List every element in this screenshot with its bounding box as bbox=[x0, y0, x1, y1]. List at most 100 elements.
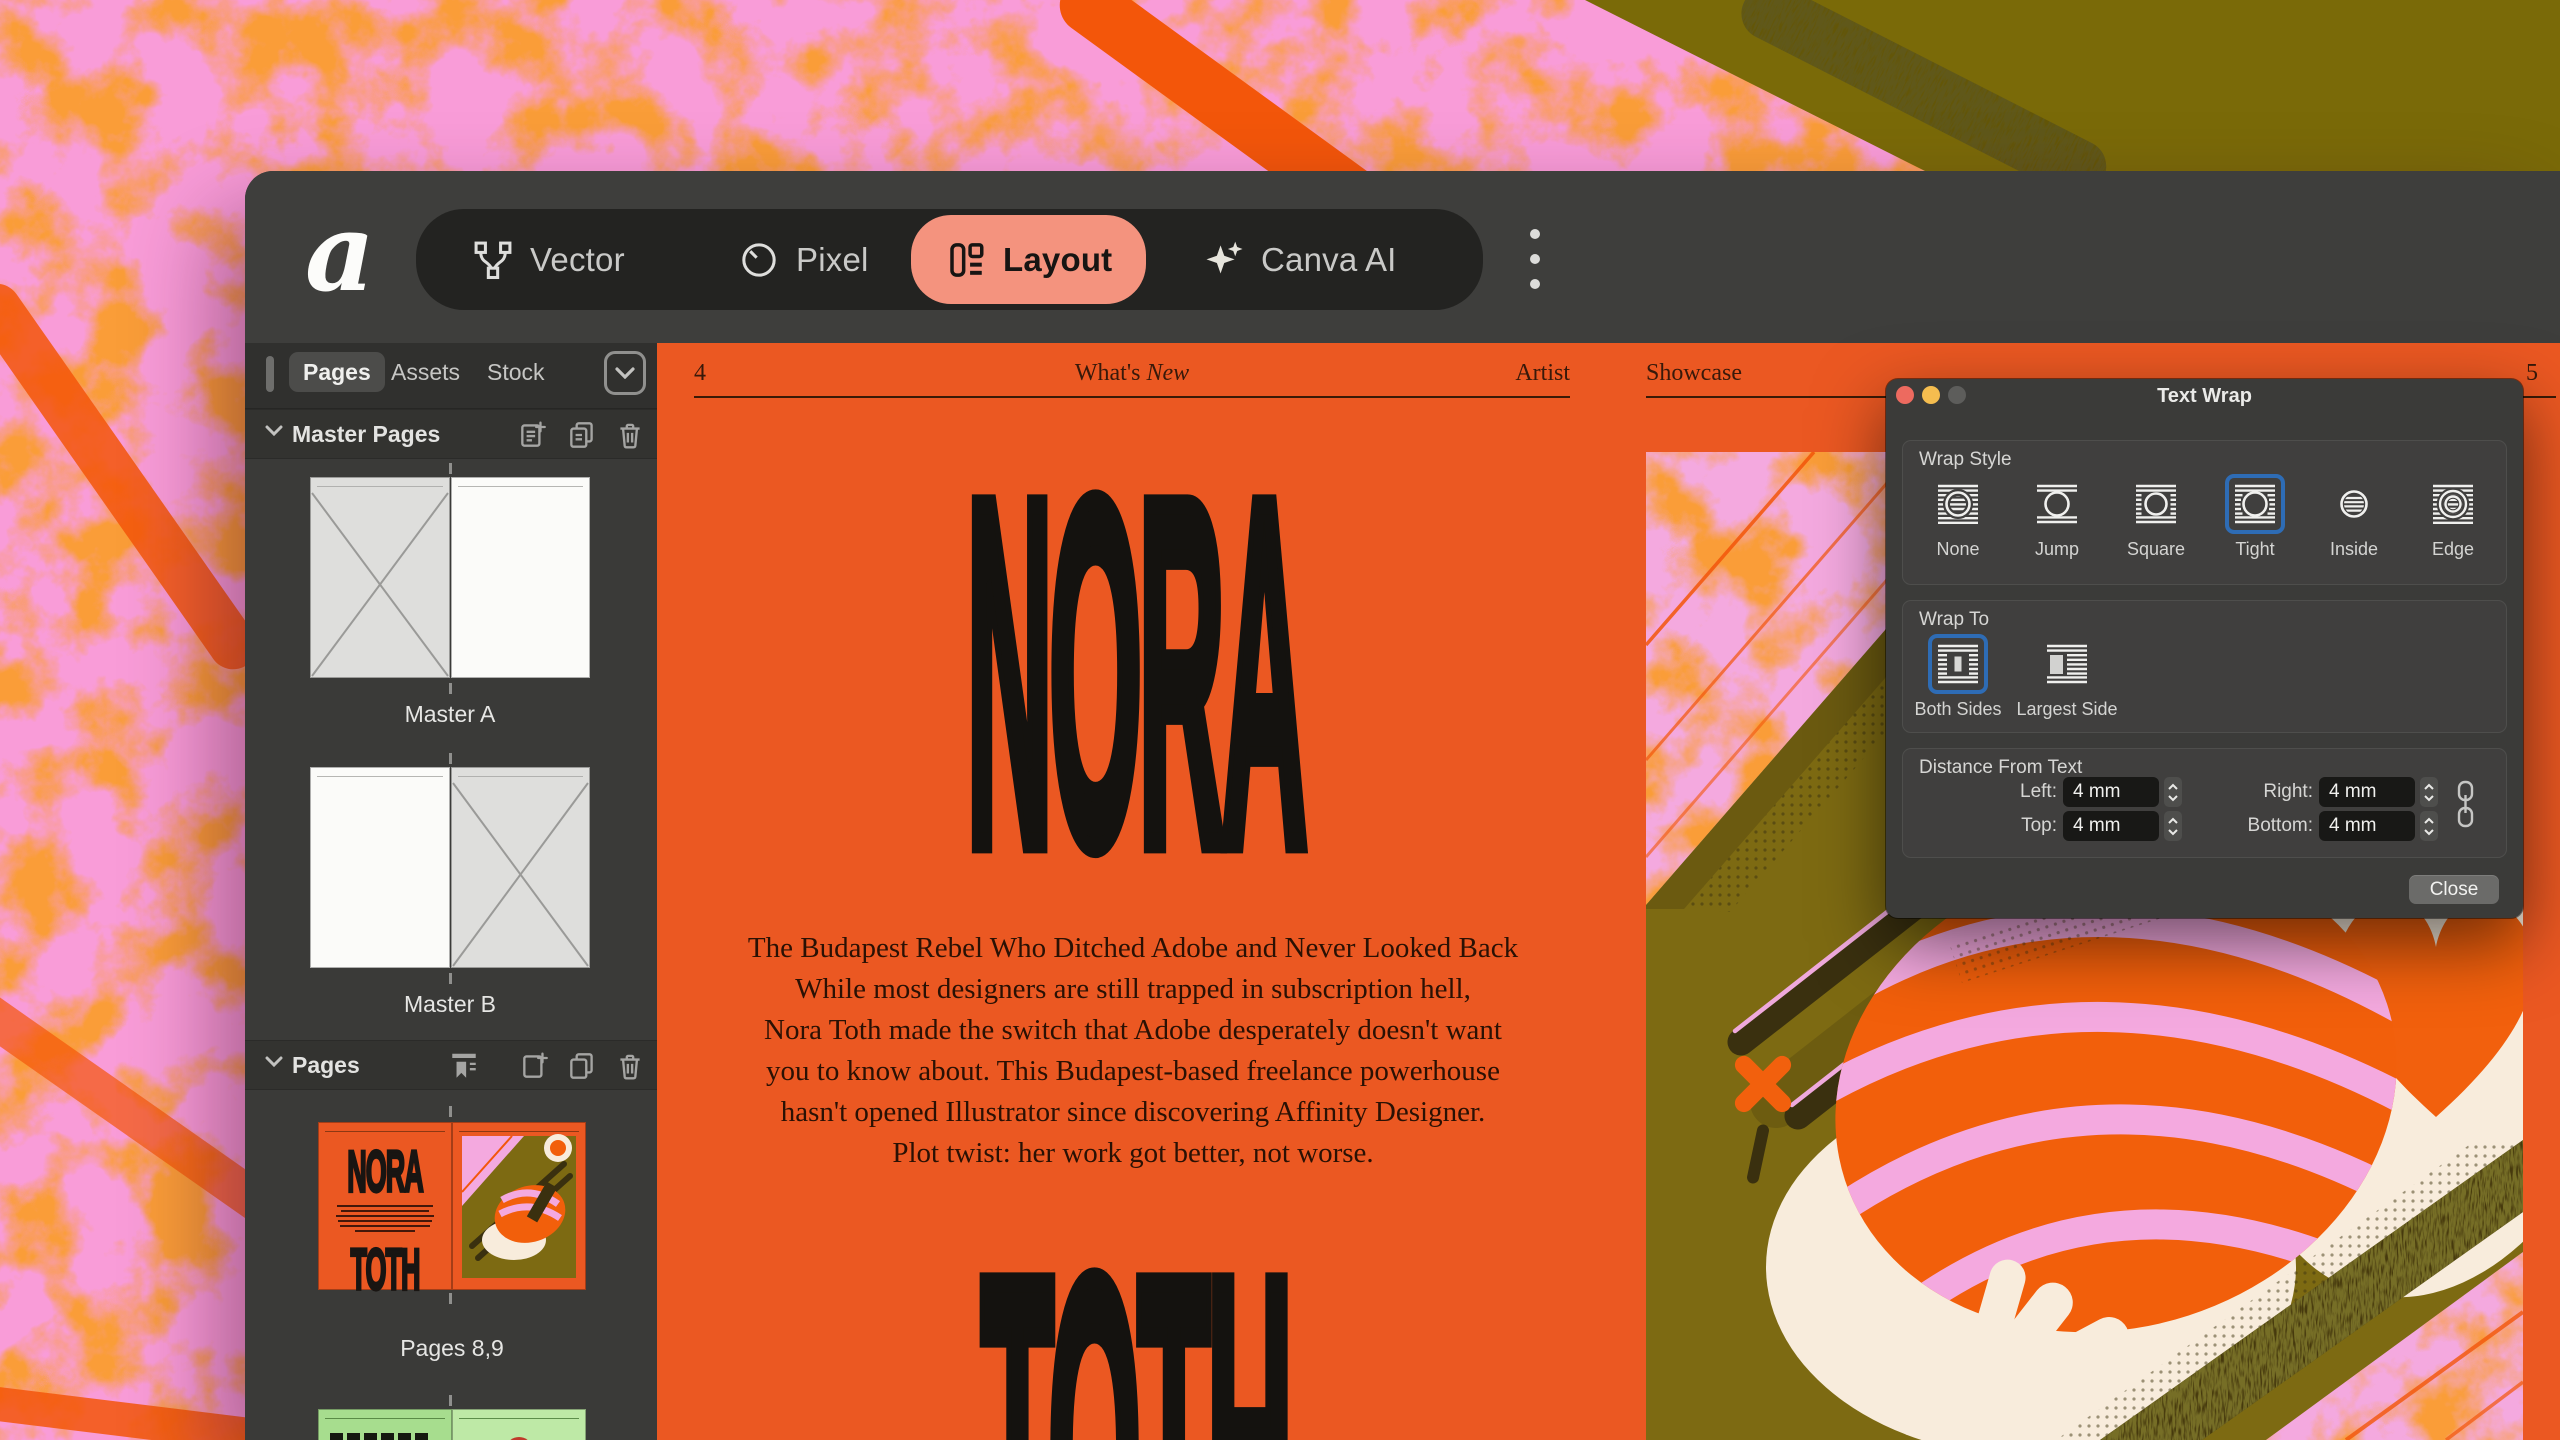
panel-tab-assets[interactable]: Assets bbox=[377, 352, 474, 392]
wrap-style-jump-icon[interactable] bbox=[2034, 481, 2080, 527]
wrap-style-edge-icon[interactable] bbox=[2430, 481, 2476, 527]
pages-title: Pages bbox=[292, 1052, 360, 1079]
top-field-stepper[interactable] bbox=[2164, 811, 2182, 841]
panel-tab-assets-label: Assets bbox=[391, 359, 460, 386]
wrap-style-label: Wrap Style bbox=[1919, 449, 2012, 471]
delete-page-icon[interactable] bbox=[614, 1050, 646, 1082]
left-field-input[interactable]: 4 mm bbox=[2063, 777, 2159, 807]
link-chain-icon[interactable] bbox=[2451, 775, 2481, 835]
body-line: While most designers are still trapped i… bbox=[703, 969, 1563, 1010]
running-head-italic: New bbox=[1146, 360, 1189, 386]
thumb-sushi-art bbox=[452, 1122, 586, 1290]
headline-nora: NORA bbox=[935, 429, 1335, 921]
wrap-to-group: Wrap To Both Sides bbox=[1902, 600, 2507, 733]
thumb-partial-headline bbox=[330, 1431, 430, 1440]
wrap-style-none-icon[interactable] bbox=[1935, 481, 1981, 527]
master-b-right-page bbox=[451, 767, 590, 968]
thumb-headline-bottom: TOTH bbox=[318, 1238, 452, 1305]
wrap-to-both-sides-label: Both Sides bbox=[1903, 699, 2013, 720]
right-page-number: 5 bbox=[2526, 360, 2538, 387]
wrap-to-label: Wrap To bbox=[1919, 609, 1989, 631]
duplicate-page-icon[interactable] bbox=[566, 419, 598, 451]
wrap-style-tight-label: Tight bbox=[2210, 539, 2300, 560]
chevron-down-icon bbox=[615, 367, 635, 379]
delete-page-icon[interactable] bbox=[614, 419, 646, 451]
add-page-icon[interactable] bbox=[519, 1050, 551, 1082]
chevron-down-icon bbox=[265, 1056, 283, 1067]
top-field-input[interactable]: 4 mm bbox=[2063, 811, 2159, 841]
master-pages-title: Master Pages bbox=[292, 421, 440, 448]
panel-tab-stock-label: Stock bbox=[487, 359, 545, 386]
affinity-logo[interactable]: a bbox=[305, 199, 389, 315]
right-field-label: Right: bbox=[2185, 777, 2313, 807]
wrap-style-inside-icon[interactable] bbox=[2331, 481, 2377, 527]
panel-tab-pages-label: Pages bbox=[303, 359, 371, 386]
next-right-thumbnail bbox=[452, 1409, 586, 1440]
master-b-label: Master B bbox=[310, 991, 590, 1018]
tab-layout-label: Layout bbox=[1003, 241, 1112, 279]
wrap-style-square-icon[interactable] bbox=[2133, 481, 2179, 527]
wrap-style-edge-label: Edge bbox=[2408, 539, 2498, 560]
left-running-head-center: What's New bbox=[932, 360, 1332, 387]
right-field-stepper[interactable] bbox=[2420, 777, 2438, 807]
wrap-style-jump-label: Jump bbox=[2012, 539, 2102, 560]
app-mode-tabs: Vector Pixel bbox=[416, 209, 1483, 310]
wrap-style-group: Wrap Style None bbox=[1902, 440, 2507, 585]
layout-panels-icon bbox=[945, 239, 987, 281]
pages-panel: Pages Assets Stock Mast bbox=[245, 343, 657, 1440]
desktop: a Vector bbox=[0, 0, 2560, 1440]
right-running-head-left: Showcase bbox=[1646, 360, 1742, 387]
wrap-to-both-sides-icon[interactable] bbox=[1935, 641, 1981, 687]
right-field-input[interactable]: 4 mm bbox=[2319, 777, 2415, 807]
wrap-style-inside-label: Inside bbox=[2309, 539, 2399, 560]
close-button[interactable]: Close bbox=[2409, 875, 2499, 904]
wrap-style-tight-icon[interactable] bbox=[2232, 481, 2278, 527]
bottom-field-input[interactable]: 4 mm bbox=[2319, 811, 2415, 841]
top-field-label: Top: bbox=[1919, 811, 2057, 841]
apply-master-icon[interactable] bbox=[448, 1050, 480, 1082]
left-page-rule bbox=[694, 396, 1570, 398]
bottom-field-stepper[interactable] bbox=[2420, 811, 2438, 841]
thumb-headline-top: NORA bbox=[318, 1140, 452, 1207]
master-a-label: Master A bbox=[310, 701, 590, 728]
pixel-circle-icon bbox=[738, 239, 780, 281]
left-page-number: 4 bbox=[694, 360, 706, 387]
headline-toth: TOTH bbox=[935, 1207, 1335, 1440]
pages-section-header[interactable]: Pages bbox=[245, 1040, 657, 1090]
panel-tab-bar: Pages Assets Stock bbox=[245, 343, 657, 409]
tab-vector[interactable]: Vector bbox=[472, 209, 625, 310]
distance-group: Distance From Text Left: 4 mm Top: 4 mm … bbox=[1902, 748, 2507, 858]
master-pages-section-header[interactable]: Master Pages bbox=[245, 409, 657, 459]
page-8-thumbnail: NORA TOTH bbox=[318, 1122, 452, 1290]
wrap-style-square-label: Square bbox=[2111, 539, 2201, 560]
panel-tab-pages[interactable]: Pages bbox=[289, 352, 385, 392]
sparkle-icon bbox=[1201, 238, 1245, 282]
panel-collapse-button[interactable] bbox=[604, 351, 646, 395]
tab-pixel[interactable]: Pixel bbox=[738, 209, 869, 310]
left-field-label: Left: bbox=[1919, 777, 2057, 807]
kebab-menu-icon[interactable] bbox=[1515, 215, 1555, 303]
panel-tab-stock[interactable]: Stock bbox=[473, 352, 559, 392]
tab-pixel-label: Pixel bbox=[796, 241, 869, 279]
dialog-title: Text Wrap bbox=[1886, 385, 2523, 408]
running-head-roman: What's bbox=[1075, 360, 1141, 386]
chevron-down-icon bbox=[265, 425, 283, 436]
wrap-to-largest-side-icon[interactable] bbox=[2044, 641, 2090, 687]
thumb-partial-art bbox=[504, 1433, 534, 1440]
page-9-thumbnail bbox=[452, 1122, 586, 1290]
bottom-field-label: Bottom: bbox=[2185, 811, 2313, 841]
body-line: hasn't opened Illustrator since discover… bbox=[703, 1092, 1563, 1133]
tab-layout[interactable]: Layout bbox=[911, 215, 1146, 304]
vector-nodes-icon bbox=[472, 239, 514, 281]
page-8-9-label: Pages 8,9 bbox=[318, 1335, 586, 1362]
distance-label: Distance From Text bbox=[1919, 757, 2082, 779]
left-field-stepper[interactable] bbox=[2164, 777, 2182, 807]
tab-canva-ai[interactable]: Canva AI bbox=[1201, 209, 1397, 310]
add-page-icon[interactable] bbox=[517, 419, 549, 451]
panel-drag-handle[interactable] bbox=[266, 356, 274, 392]
body-line: Nora Toth made the switch that Adobe des… bbox=[703, 1010, 1563, 1051]
duplicate-page-icon[interactable] bbox=[566, 1050, 598, 1082]
article-intro-paragraph: The Budapest Rebel Who Ditched Adobe and… bbox=[703, 928, 1563, 1174]
master-a-right-page bbox=[451, 477, 590, 678]
tab-vector-label: Vector bbox=[530, 241, 625, 279]
